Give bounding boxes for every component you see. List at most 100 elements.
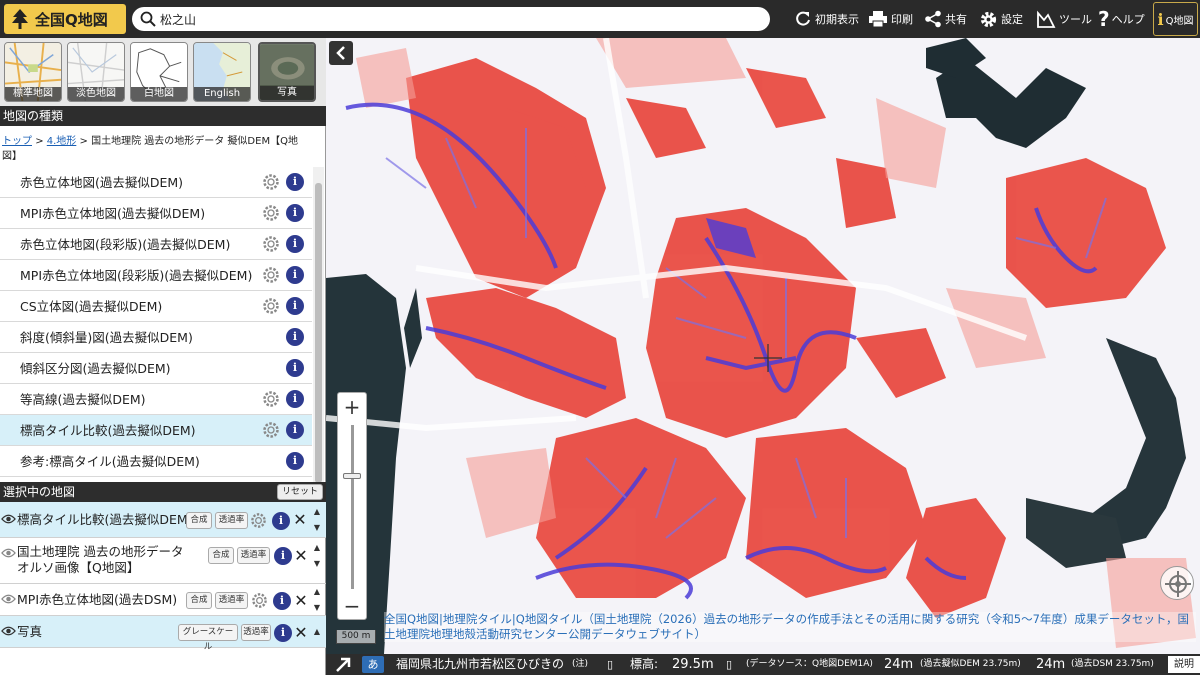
copy-icon[interactable]: ▯ <box>607 654 613 675</box>
arrow-ne-icon[interactable] <box>334 656 352 673</box>
move-up-icon[interactable]: ▲ <box>312 508 322 516</box>
selected-layer-row[interactable]: 標高タイル比較(過去擬似DEM) 合成 透過率 i ✕ ▲ ▼ <box>0 502 326 538</box>
left-panel: 標準地図 淡色地図 白地図 English 写真 地図の種類 トップ > 4.地… <box>0 38 326 675</box>
remove-layer-icon[interactable]: ✕ <box>293 512 307 528</box>
opacity-button[interactable]: 透過率 <box>215 592 248 609</box>
settings-label: 設定 <box>1001 13 1023 26</box>
layer-settings-gear-icon[interactable] <box>262 297 280 315</box>
zoom-in-button[interactable]: + <box>338 394 366 420</box>
map-type-item[interactable]: 傾斜区分図(過去擬似DEM) <box>0 353 312 384</box>
layer-info-icon[interactable]: i <box>286 266 304 284</box>
move-up-icon[interactable]: ▲ <box>312 588 322 596</box>
layer-info-icon[interactable]: i <box>272 512 290 530</box>
visibility-eye-icon[interactable] <box>1 625 16 637</box>
gear-icon <box>980 11 997 27</box>
move-up-icon[interactable]: ▲ <box>312 628 322 636</box>
zoom-slider-track[interactable] <box>351 425 354 589</box>
breadcrumb-top-link[interactable]: トップ <box>2 136 32 147</box>
opacity-button[interactable]: 透過率 <box>241 624 271 641</box>
grayscale-button[interactable]: グレースケール <box>178 624 238 652</box>
base-map-label: 写真 <box>260 86 314 100</box>
visibility-eye-icon[interactable] <box>1 513 16 525</box>
layer-settings-gear-icon[interactable] <box>262 390 280 408</box>
layer-settings-gear-icon[interactable] <box>262 421 280 439</box>
share-button[interactable]: 共有 <box>924 0 967 38</box>
layer-info-icon[interactable]: i <box>286 390 304 408</box>
layer-info-icon[interactable]: i <box>286 452 304 470</box>
zoom-slider-handle[interactable] <box>343 473 361 479</box>
selected-layer-row[interactable]: MPI赤色立体地図(過去DSM) 合成 透過率 i ✕ ▲ ▼ <box>0 584 326 616</box>
settings-button[interactable]: 設定 <box>979 0 1023 38</box>
reset-button[interactable]: リセット <box>277 484 323 500</box>
base-map-blank[interactable]: 白地図 <box>130 42 188 102</box>
layer-info-icon[interactable]: i <box>274 624 292 642</box>
layer-settings-gear-icon[interactable] <box>262 235 280 253</box>
layer-info-icon[interactable]: i <box>286 359 304 377</box>
scrollbar-thumb[interactable] <box>315 183 322 483</box>
map-type-label: MPI赤色立体地図(段彩版)(過去擬似DEM) <box>20 268 253 283</box>
explain-button[interactable]: 説明 <box>1168 656 1200 673</box>
map-list-scrollbar[interactable] <box>313 167 324 497</box>
blend-button[interactable]: 合成 <box>186 592 212 609</box>
relief-map-image <box>326 38 1200 654</box>
move-down-icon[interactable]: ▼ <box>312 524 322 532</box>
map-attribution: 全国Q地図|地理院タイル|Q地図タイル（国土地理院（2026）過去の地形データの… <box>384 612 1196 642</box>
base-map-pale[interactable]: 淡色地図 <box>67 42 125 102</box>
base-map-english[interactable]: English <box>193 42 251 102</box>
layer-info-icon[interactable]: i <box>286 235 304 253</box>
app-logo[interactable]: 全国Q地図 <box>4 4 126 34</box>
current-location-button[interactable] <box>1160 566 1194 600</box>
base-map-standard[interactable]: 標準地図 <box>4 42 62 102</box>
selected-layer-row[interactable]: 国土地理院 過去の地形データ オルソ画像【Q地図】 合成 透過率 i ✕ ▲ ▼ <box>0 538 326 584</box>
layer-settings-gear-icon[interactable] <box>262 204 280 222</box>
layer-settings-gear-icon[interactable] <box>262 173 280 191</box>
breadcrumb-terrain-link[interactable]: 4.地形 <box>47 136 77 147</box>
move-up-icon[interactable]: ▲ <box>312 544 322 552</box>
kana-toggle-button[interactable]: あ <box>362 656 384 673</box>
opacity-button[interactable]: 透過率 <box>215 512 248 529</box>
layer-info-icon[interactable]: i <box>286 328 304 346</box>
tools-button[interactable]: ツール <box>1036 0 1092 38</box>
print-button[interactable]: 印刷 <box>868 0 913 38</box>
reset-view-button[interactable]: 初期表示 <box>794 0 859 38</box>
map-canvas[interactable] <box>326 38 1200 654</box>
print-label: 印刷 <box>891 13 913 26</box>
visibility-eye-off-icon[interactable] <box>1 547 16 559</box>
layer-info-icon[interactable]: i <box>273 592 291 610</box>
zoom-out-button[interactable]: − <box>338 593 366 619</box>
selected-layer-row[interactable]: 写真 グレースケール 透過率 i ✕ ▲ <box>0 616 326 652</box>
map-type-label: 赤色立体地図(段彩版)(過去擬似DEM) <box>20 237 231 252</box>
layer-info-icon[interactable]: i <box>286 297 304 315</box>
search-input[interactable] <box>160 12 760 26</box>
map-type-item[interactable]: 斜度(傾斜量)図(過去擬似DEM) <box>0 322 312 353</box>
blend-button[interactable]: 合成 <box>208 547 234 564</box>
copy-icon[interactable]: ▯ <box>726 654 732 675</box>
layer-info-icon[interactable]: i <box>286 173 304 191</box>
search-box[interactable] <box>132 7 770 31</box>
move-down-icon[interactable]: ▼ <box>312 604 322 612</box>
elevation-label: 標高: <box>630 657 659 671</box>
base-map-photo[interactable]: 写真 <box>258 42 316 102</box>
layer-info-icon[interactable]: i <box>286 204 304 222</box>
blend-button[interactable]: 合成 <box>186 512 212 529</box>
layer-settings-gear-icon[interactable] <box>250 512 267 529</box>
collapse-panel-button[interactable] <box>329 41 353 65</box>
opacity-button[interactable]: 透過率 <box>237 547 270 564</box>
past-dsm-note: (過去DSM 23.75m) <box>1071 659 1154 669</box>
layer-info-icon[interactable]: i <box>274 547 292 565</box>
past-dem-elevation: 24m <box>884 657 914 672</box>
layer-settings-gear-icon[interactable] <box>262 266 280 284</box>
qchizu-info-button[interactable]: i Q地図 <box>1153 2 1198 36</box>
move-down-icon[interactable]: ▼ <box>312 560 322 568</box>
layer-info-icon[interactable]: i <box>286 421 304 439</box>
help-button[interactable]: ? ヘルプ <box>1098 0 1145 38</box>
remove-layer-icon[interactable]: ✕ <box>294 548 308 564</box>
layer-settings-gear-icon[interactable] <box>251 592 268 609</box>
map-type-item[interactable]: 参考:標高タイル(過去擬似DEM) <box>0 446 312 477</box>
remove-layer-icon[interactable]: ✕ <box>294 593 308 609</box>
visibility-eye-off-icon[interactable] <box>1 593 16 605</box>
share-label: 共有 <box>945 13 967 26</box>
elevation-value: 29.5m <box>672 657 714 672</box>
remove-layer-icon[interactable]: ✕ <box>294 625 308 641</box>
map-type-label: MPI赤色立体地図(過去擬似DEM) <box>20 206 206 221</box>
